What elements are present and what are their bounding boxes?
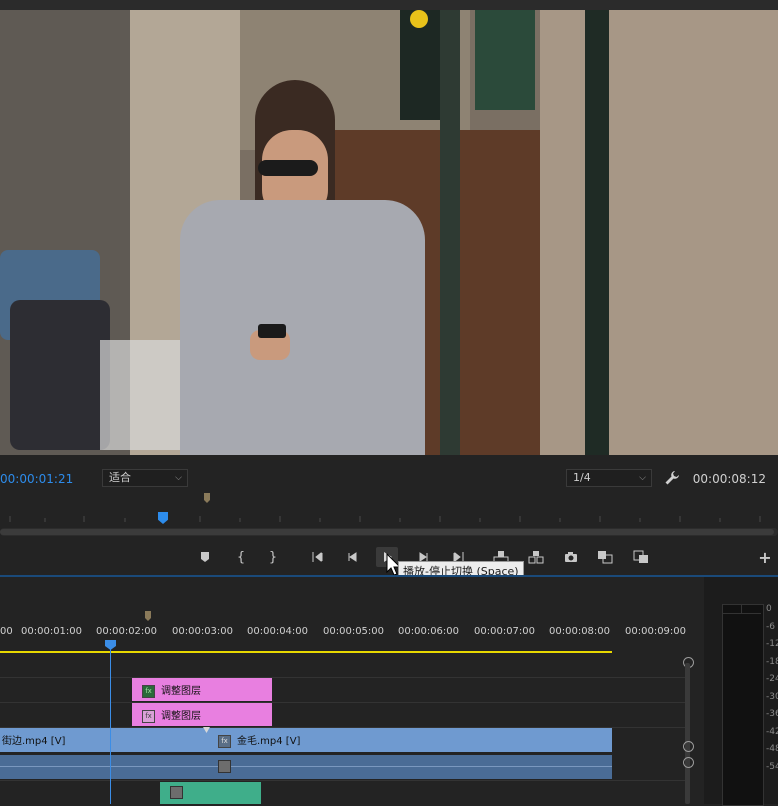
comparison-view-icon[interactable] — [594, 547, 616, 567]
ruler-label: 00:00:06:00 — [398, 626, 460, 637]
camera-icon[interactable] — [560, 547, 582, 567]
meter-label: 0 — [766, 604, 772, 614]
mark-in-icon[interactable]: { — [230, 547, 252, 567]
meter-label: -6 — [766, 621, 775, 632]
resolution-dropdown[interactable]: 1/4 ⌵ — [566, 469, 652, 487]
go-to-in-icon[interactable] — [308, 547, 330, 567]
resolution-dropdown-value: 1/4 — [573, 471, 591, 484]
fit-dropdown-value: 适合 — [109, 471, 131, 484]
adjustment-layer-clip[interactable]: fx 调整图层 — [132, 678, 272, 701]
add-button-icon[interactable]: + — [754, 547, 776, 567]
step-back-icon[interactable] — [342, 547, 364, 567]
chevron-down-icon: ⌵ — [175, 473, 182, 483]
ruler-label: 00 — [0, 626, 13, 637]
chevron-down-icon: ⌵ — [639, 473, 646, 483]
fx-icon — [170, 786, 183, 799]
clip-label: 调整图层 — [161, 711, 201, 722]
work-area-bar[interactable] — [0, 651, 612, 653]
monitor-zoom-scrollbar[interactable] — [0, 528, 778, 536]
fx-icon — [218, 760, 231, 773]
program-monitor-video — [0, 10, 778, 455]
track-divider — [0, 702, 690, 703]
track-divider — [0, 766, 612, 767]
ruler-label: 00:00:04:00 — [247, 626, 309, 637]
track-divider — [0, 677, 690, 678]
meter-label: -18 — [766, 656, 778, 667]
monitor-time-ruler[interactable] — [0, 510, 778, 526]
timeline-playhead[interactable] — [110, 640, 111, 804]
fx-icon: fx — [142, 709, 155, 723]
meter-label: -54 — [766, 761, 778, 772]
meter-label: -36 — [766, 709, 778, 719]
clip-label: 调整图层 — [161, 686, 201, 697]
current-timecode[interactable]: 00:00:01:21 — [0, 472, 73, 486]
track-divider — [0, 780, 690, 781]
ruler-label: 00:00:02:00 — [96, 626, 158, 637]
duration-timecode: 00:00:08:12 — [692, 472, 766, 486]
ruler-label: 00:00:03:00 — [172, 626, 234, 637]
scroll-handle-icon[interactable] — [683, 741, 694, 752]
top-bar — [0, 0, 778, 10]
video-track-clip[interactable] — [0, 755, 612, 779]
meter-label: -48 — [766, 744, 778, 754]
toggle-proxies-icon[interactable] — [630, 547, 652, 567]
audio-meter — [722, 604, 764, 806]
video-clip[interactable]: 街边.mp4 [V] — [0, 728, 206, 752]
fx-icon: fx — [142, 684, 155, 698]
ruler-label: 00:00:01:00 — [21, 626, 83, 637]
adjustment-layer-clip[interactable]: fx 调整图层 — [132, 703, 272, 726]
meter-label: -24 — [766, 674, 778, 684]
meter-label: -12 — [766, 639, 778, 649]
ruler-label: 00:00:07:00 — [474, 626, 536, 637]
scroll-handle-icon[interactable] — [683, 757, 694, 768]
fit-dropdown[interactable]: 适合 ⌵ — [102, 469, 188, 487]
ruler-label: 00:00:09:00 — [625, 626, 687, 637]
audio-meter-scale: 0 -6 -12 -18 -24 -30 -36 -42 -48 -54 — [766, 604, 778, 779]
add-marker-icon[interactable] — [194, 547, 216, 567]
video-clip[interactable]: fx 金毛.mp4 [V] — [206, 728, 612, 752]
extract-icon[interactable] — [525, 547, 547, 567]
meter-label: -42 — [766, 726, 778, 737]
ruler-label: 00:00:08:00 — [549, 626, 611, 637]
wrench-icon[interactable] — [664, 470, 680, 486]
ruler-label: 00:00:05:00 — [323, 626, 385, 637]
clip-label: 街边.mp4 [V] — [2, 736, 66, 747]
meter-label: -30 — [766, 691, 778, 702]
clip-label: 金毛.mp4 [V] — [237, 736, 301, 747]
timeline-vertical-scrollbar[interactable] — [685, 663, 690, 804]
fx-icon: fx — [218, 734, 231, 748]
timeline-ruler[interactable]: 00 00:00:01:00 00:00:02:00 00:00:03:00 0… — [0, 626, 704, 640]
mark-out-icon[interactable]: } — [262, 547, 284, 567]
